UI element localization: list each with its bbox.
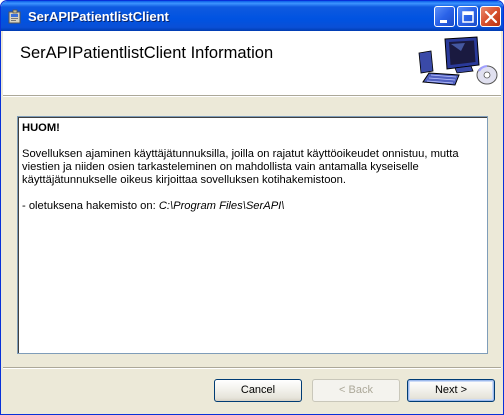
window-title: SerAPIPatientlistClient [28, 9, 169, 24]
title-bar[interactable]: SerAPIPatientlistClient [1, 1, 503, 31]
footer-divider [3, 367, 501, 369]
default-directory-path: C:\Program Files\SerAPI\ [158, 200, 285, 212]
maximize-icon [462, 11, 474, 23]
page-title: SerAPIPatientlistClient Information [20, 44, 274, 62]
wizard-header: SerAPIPatientlistClient Information [3, 31, 501, 95]
computer-setup-icon [415, 33, 499, 93]
installer-icon [7, 9, 23, 25]
maximize-button[interactable] [457, 6, 478, 27]
default-directory-label: - oletuksena hakemisto on: [22, 200, 159, 212]
header-divider [3, 95, 501, 97]
information-text-area[interactable]: HUOM! Sovelluksen ajaminen käyttäjätunnu… [17, 116, 488, 354]
default-directory-line: - oletuksena hakemisto on: C:\Program Fi… [22, 200, 483, 213]
cancel-button[interactable]: Cancel [214, 379, 302, 402]
close-button[interactable] [480, 6, 501, 27]
close-icon [484, 10, 498, 24]
next-button[interactable]: Next > [407, 379, 495, 402]
back-button[interactable]: < Back [312, 379, 400, 402]
minimize-icon [440, 20, 447, 23]
installer-window: SerAPIPatientlistClient SerAPIPatientlis… [0, 0, 504, 415]
notice-paragraph: Sovelluksen ajaminen käyttäjätunnuksilla… [22, 148, 459, 186]
notice-heading: HUOM! [22, 122, 60, 134]
minimize-button[interactable] [434, 6, 455, 27]
